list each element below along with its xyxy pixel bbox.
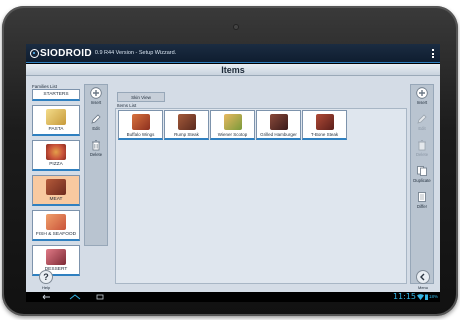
pasta-image (46, 109, 66, 125)
delete-label: Delete (415, 152, 429, 157)
edit-family-button[interactable]: Edit (85, 111, 107, 135)
differ-label: Differ (417, 204, 427, 209)
pizza-image (46, 144, 66, 160)
family-item-meat[interactable]: MEAT (32, 175, 80, 206)
item-image (223, 114, 242, 130)
app-top-bar: SIODROID 0.9 R44 Version - Setup Wizzard… (26, 44, 440, 63)
trash-icon (418, 140, 426, 151)
status-clock: 11:15 (392, 292, 416, 301)
edit-item-button[interactable]: Edit (411, 111, 433, 135)
items-toolbar: Insert Edit Delete Duplicate Differ (410, 84, 434, 284)
battery-icon (425, 294, 428, 300)
logo-text: SIODROID (40, 47, 92, 59)
pencil-icon (417, 114, 427, 124)
item-image (315, 114, 334, 130)
edit-label: Edit (418, 126, 426, 131)
item-label: Wiener Scotop (217, 132, 248, 137)
insert-label: Insert (416, 100, 428, 105)
family-item-fish-seafood[interactable]: FISH & SEAFOOD (32, 210, 80, 241)
menu-label: Menu (418, 285, 429, 290)
item-label: T-Bone Steak (310, 132, 339, 137)
menu-icon (420, 273, 425, 281)
insert-item-button[interactable]: Insert (411, 85, 433, 109)
help-button[interactable]: ? (39, 270, 53, 284)
wifi-icon (417, 294, 424, 300)
page-title: Items (26, 64, 440, 76)
family-label: STARTERS (43, 92, 69, 97)
differ-item-button[interactable]: Differ (411, 189, 433, 213)
item-card-wiener-scotop[interactable]: Wiener Scotop (210, 110, 255, 140)
app-logo: SIODROID (30, 48, 92, 59)
family-item-pasta[interactable]: PASTA (32, 105, 80, 136)
tablet-frame: SIODROID 0.9 R44 Version - Setup Wizzard… (2, 6, 458, 316)
item-card-grilled-hamburger[interactable]: Grilled Hamburger (256, 110, 301, 140)
main-content: Items Families List STARTERS PASTA PIZZA… (26, 64, 440, 292)
item-image (269, 114, 288, 130)
differ-icon (418, 192, 426, 202)
insert-label: Insert (90, 100, 102, 105)
item-label: Rump Steak (174, 132, 199, 137)
duplicate-item-button[interactable]: Duplicate (411, 163, 433, 187)
back-icon[interactable] (40, 294, 52, 300)
delete-item-button[interactable]: Delete (411, 137, 433, 161)
families-list: STARTERS PASTA PIZZA MEAT FISH & SEAFOOD (32, 89, 80, 285)
family-item-pizza[interactable]: PIZZA (32, 140, 80, 171)
item-label: Buffalo Wings (126, 132, 155, 137)
home-icon[interactable] (68, 294, 82, 300)
skin-view-button[interactable]: Skin View (117, 92, 165, 102)
duplicate-label: Duplicate (413, 178, 431, 183)
logo-icon (30, 48, 39, 58)
plus-icon (90, 87, 102, 99)
version-title: 0.9 R44 Version - Setup Wizzard. (94, 50, 177, 56)
item-label: Grilled Hamburger (260, 132, 297, 137)
families-toolbar: Insert Edit Delete (84, 84, 108, 246)
seafood-image (46, 214, 66, 230)
overflow-menu-icon[interactable] (432, 49, 434, 58)
delete-family-button[interactable]: Delete (85, 137, 107, 161)
pencil-icon (91, 114, 101, 124)
item-card-t-bone-steak[interactable]: T-Bone Steak (302, 110, 347, 140)
family-label: PIZZA (49, 162, 63, 167)
recent-apps-icon[interactable] (94, 294, 106, 300)
meat-image (46, 179, 66, 195)
camera-dot (234, 25, 238, 29)
help-label: Help (42, 285, 51, 290)
item-image (131, 114, 150, 130)
insert-family-button[interactable]: Insert (85, 85, 107, 109)
help-icon: ? (43, 272, 49, 282)
plus-icon (416, 87, 428, 99)
trash-icon (92, 140, 100, 151)
screen: SIODROID 0.9 R44 Version - Setup Wizzard… (26, 44, 440, 302)
items-panel: Buffalo Wings Rump Steak Wiener Scotop G… (115, 108, 407, 284)
battery-percent: 18% (428, 294, 438, 299)
family-item-dessert[interactable]: DESSERT (32, 245, 80, 276)
item-card-rump-steak[interactable]: Rump Steak (164, 110, 209, 140)
duplicate-icon (417, 166, 427, 176)
family-label: PASTA (48, 127, 64, 132)
family-label: MEAT (49, 197, 63, 202)
family-item-starters[interactable]: STARTERS (32, 89, 80, 101)
edit-label: Edit (92, 126, 100, 131)
family-label: FISH & SEAFOOD (35, 232, 77, 237)
item-card-buffalo-wings[interactable]: Buffalo Wings (118, 110, 163, 140)
dessert-image (46, 249, 66, 265)
menu-button[interactable] (416, 270, 430, 284)
system-nav-bar: 11:15 18% (26, 292, 440, 302)
item-image (177, 114, 196, 130)
items-row: Buffalo Wings Rump Steak Wiener Scotop G… (118, 110, 348, 140)
delete-label: Delete (89, 152, 103, 157)
